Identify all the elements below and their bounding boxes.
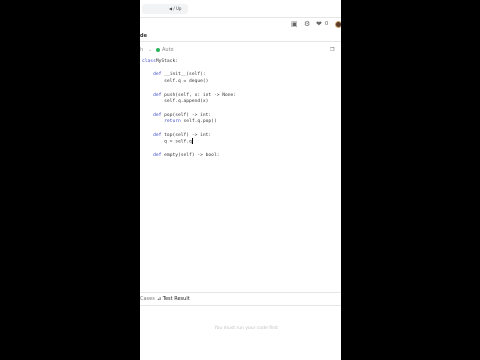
code-line: def empty(self) -> bool:: [142, 152, 219, 159]
tab-test-result[interactable]: ⊿ Test Result: [157, 293, 190, 305]
bottom-tabs: Cases ⊿ Test Result: [140, 293, 341, 305]
code-text: pop(self) -> int:: [161, 112, 212, 118]
code-line: return self.q.pop(): [142, 118, 217, 125]
url-bar[interactable]: ◀ / Up: [142, 4, 188, 14]
code-text: self.q.append(x): [142, 99, 209, 105]
settings-icon[interactable]: ⚙: [304, 20, 310, 28]
like-icon[interactable]: ❤: [316, 20, 322, 28]
code-line: self.q.append(x): [142, 98, 208, 105]
code-text: self.q.pop(): [180, 119, 217, 125]
tab-test-result-label: Test Result: [162, 296, 190, 302]
code-editor[interactable]: classMyStack: def __init__(self): self.q…: [140, 58, 341, 283]
code-text: __init__(self):: [161, 72, 206, 78]
code-keyword: class: [142, 59, 156, 64]
editor-header: h ⌄ Auto ❐: [140, 45, 341, 55]
code-line: self.q = deque(): [142, 78, 208, 85]
url-text: ◀ / Up: [169, 6, 182, 11]
text-cursor: [191, 138, 193, 145]
code-keyword: return: [164, 119, 181, 125]
mode-label[interactable]: Auto: [162, 45, 174, 55]
code-text: self.q = deque(): [142, 79, 209, 85]
chevron-down-icon[interactable]: ⌄: [148, 45, 152, 55]
editor-panel: ◀ / Up ▣ ⚙ ❤ 0 de h ⌄ Auto ❐ classMyStac…: [140, 0, 341, 360]
status-dot-icon: [156, 48, 160, 52]
tab-testcase[interactable]: Cases: [140, 293, 155, 305]
language-selector[interactable]: h: [140, 45, 143, 55]
result-divider: [140, 305, 341, 306]
tab-code[interactable]: de: [140, 33, 147, 39]
like-count: 0: [325, 21, 329, 27]
tab-divider: [140, 41, 341, 42]
code-text: push(self, x: int -> None:: [161, 92, 237, 98]
code-text: q = self.q: [142, 139, 192, 145]
bookmark-icon[interactable]: ❐: [330, 45, 334, 55]
code-line: classMyStack:: [142, 58, 178, 65]
top-divider: [140, 17, 341, 18]
code-line: q = self.q: [142, 138, 193, 145]
code-text: empty(self) -> bool:: [161, 152, 220, 158]
avatar[interactable]: [335, 21, 341, 28]
code-text: top(self) -> int:: [161, 132, 212, 138]
note-icon[interactable]: ▣: [291, 20, 298, 28]
result-placeholder: You must run your code first: [214, 326, 278, 331]
code-text: MyStack:: [155, 59, 178, 64]
